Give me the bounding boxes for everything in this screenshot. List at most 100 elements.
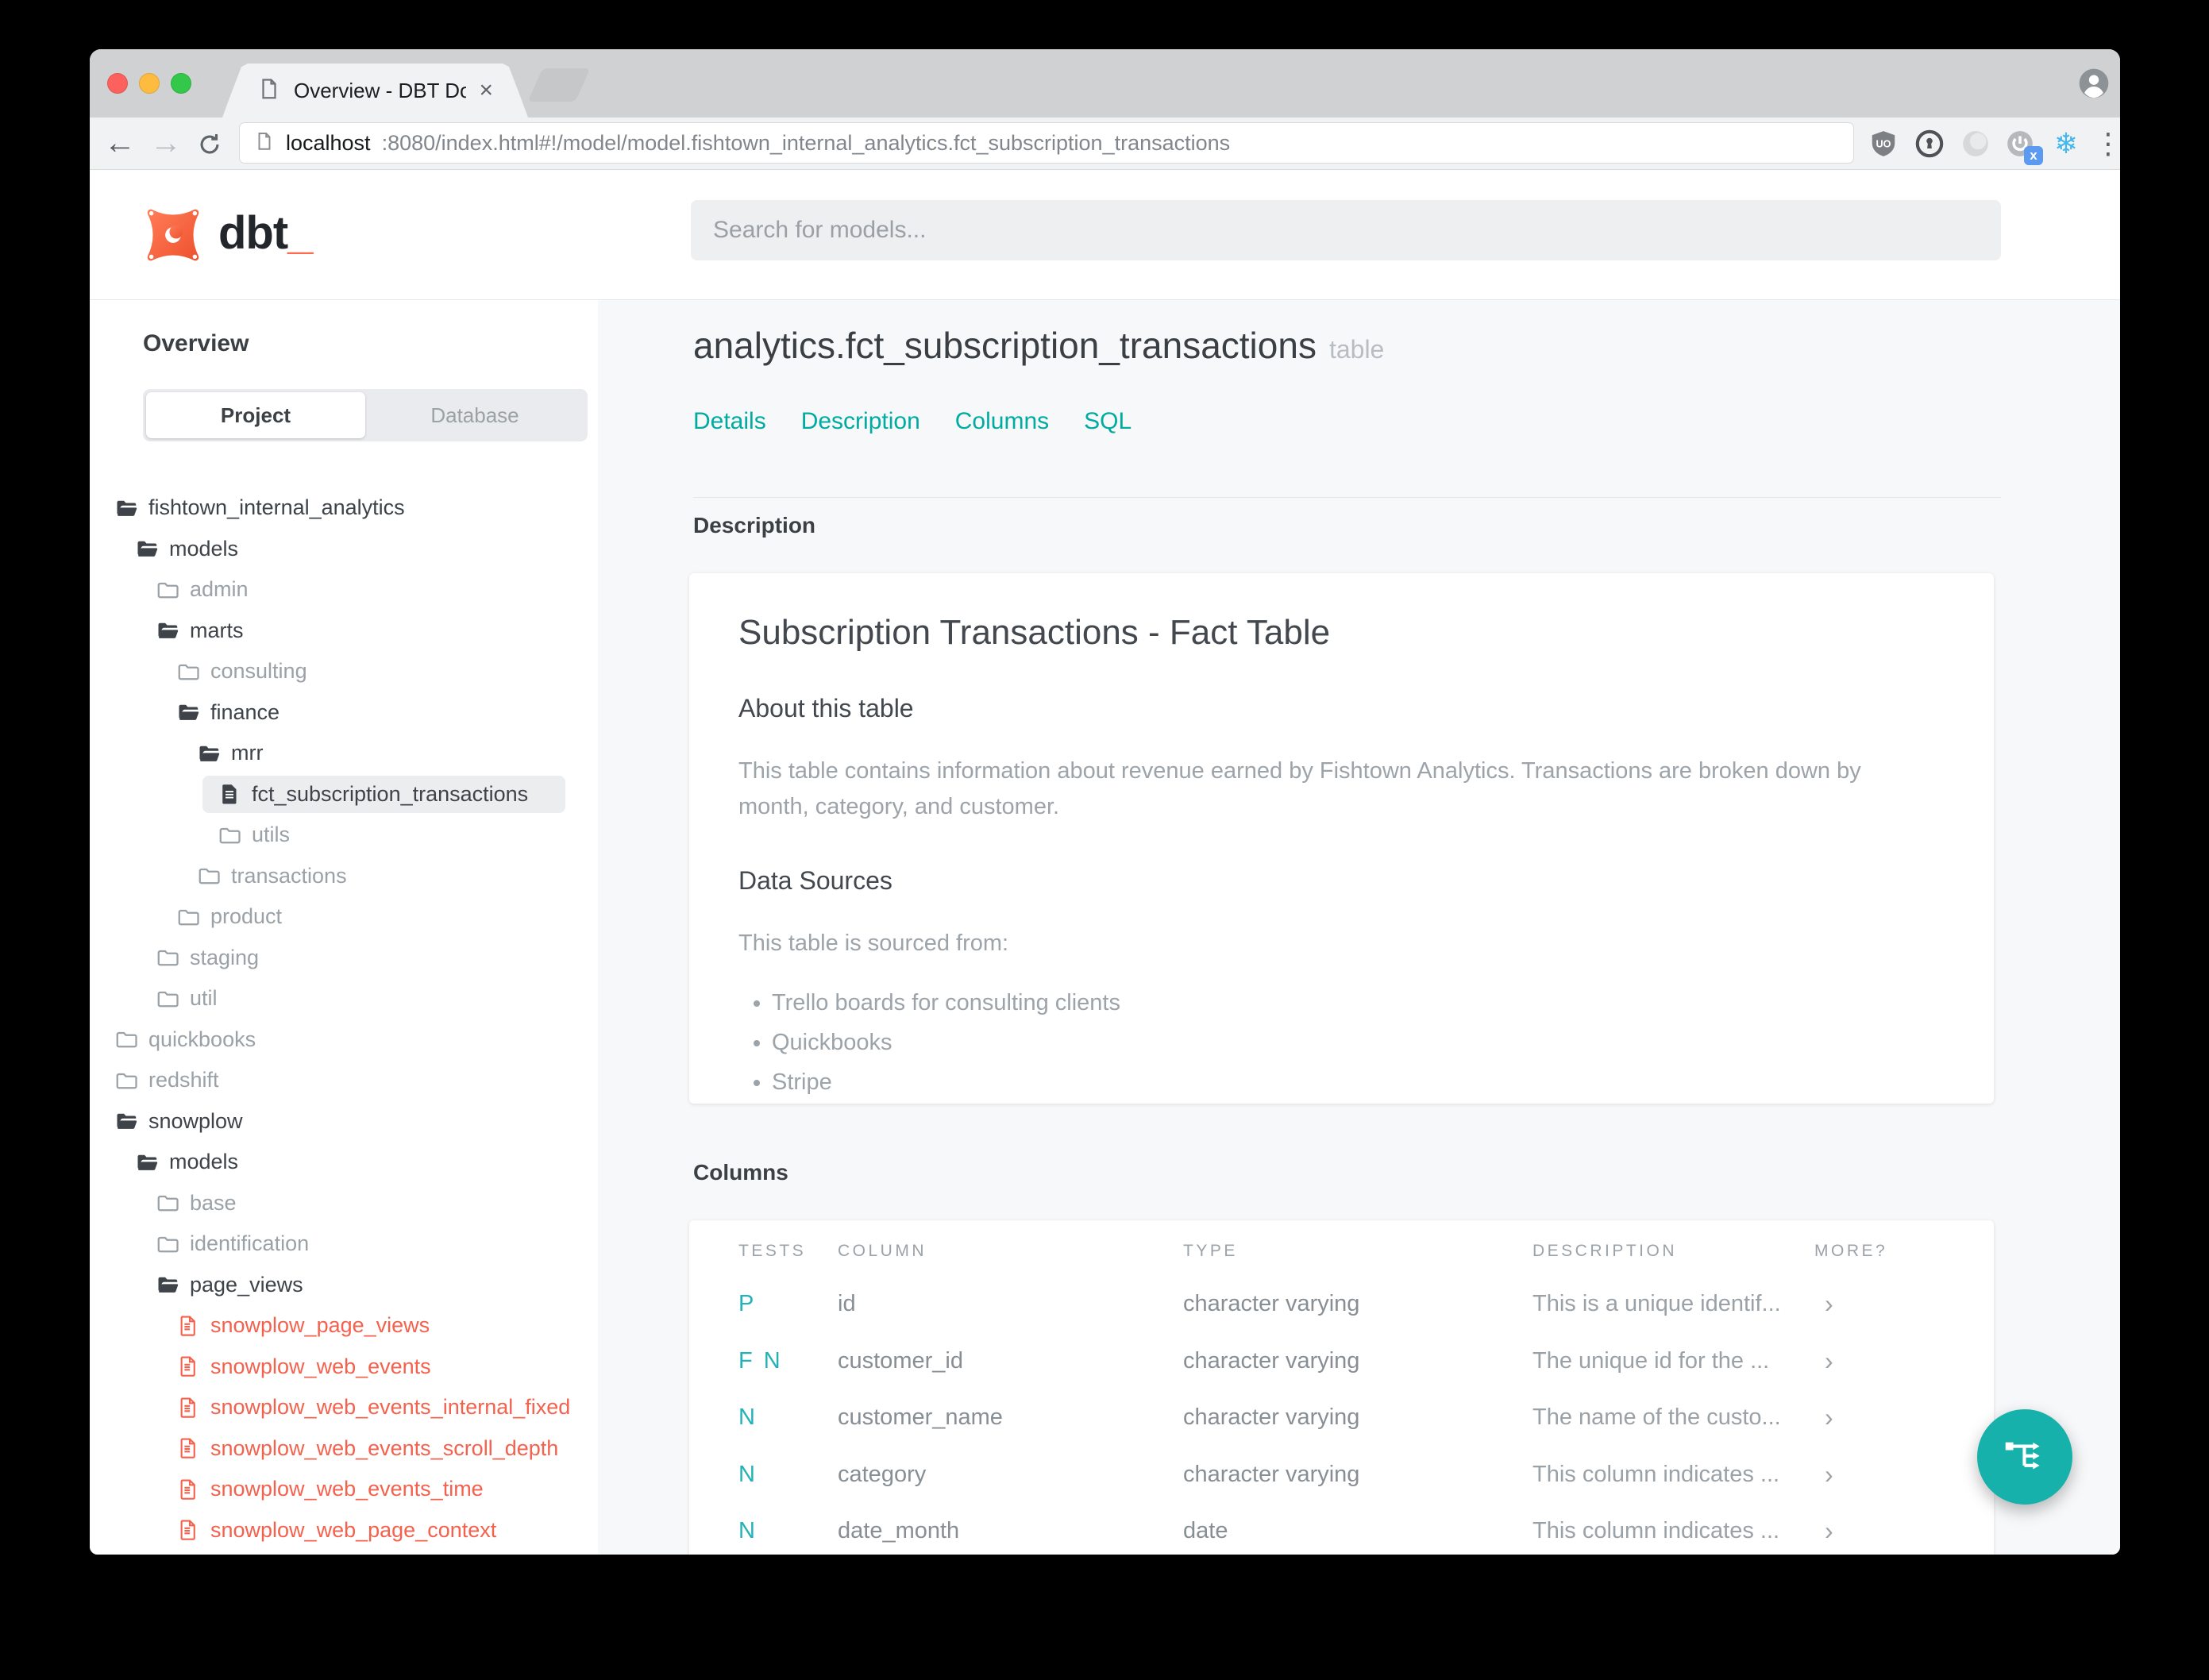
data-sources-heading: Data Sources (738, 865, 892, 895)
tree-item-models[interactable]: models (90, 529, 598, 570)
tree-item-identification[interactable]: identification (90, 1223, 598, 1265)
browser-tab[interactable]: Overview - DBT Docs × (222, 64, 528, 118)
file-outline-icon (176, 1478, 200, 1501)
tree-item-fct_subscription_transactions[interactable]: fct_subscription_transactions (90, 774, 598, 815)
column-type: character varying (1183, 1291, 1360, 1317)
file-outline-icon (176, 1396, 200, 1420)
tree-item-snowplow[interactable]: snowplow (90, 1101, 598, 1142)
tree-item-consulting[interactable]: consulting (90, 651, 598, 692)
new-tab-button[interactable] (527, 68, 591, 102)
file-outline-icon (176, 1354, 200, 1378)
folder-open-icon (156, 618, 179, 642)
tree-item-snowplow_web_events_time[interactable]: snowplow_web_events_time (90, 1469, 598, 1510)
tree-item-label: admin (190, 577, 249, 602)
about-text: This table contains information about re… (738, 758, 1861, 819)
column-header-more: MORE? (1814, 1242, 1888, 1260)
tree-item-label: transactions (231, 863, 347, 888)
tree-item-util[interactable]: util (90, 978, 598, 1019)
tree-item-utils[interactable]: utils (90, 815, 598, 856)
dbt-wordmark: dbt_ (218, 207, 313, 259)
column-row-date_month[interactable]: Ndate_month date This column indicates ...… (738, 1503, 1945, 1555)
window-close-button[interactable] (107, 73, 128, 94)
model-nav-link-description[interactable]: Description (801, 408, 920, 435)
tree-item-label: fct_subscription_transactions (252, 781, 529, 806)
description-card: Subscription Transactions - Fact Table A… (689, 573, 1994, 1104)
tab-close-icon[interactable]: × (479, 79, 493, 102)
expand-row-chevron-icon[interactable]: › (1814, 1460, 1945, 1489)
page-content: Overview Project Database fishtown_inter… (90, 300, 2120, 1555)
columns-table-header: TESTS COLUMN TYPE DESCRIPTION MORE? (738, 1227, 1945, 1276)
expand-row-chevron-icon[interactable]: › (1814, 1516, 1945, 1546)
url-bar[interactable]: localhost:8080/index.html#!/model/model.… (239, 122, 1854, 164)
tree-item-staging[interactable]: staging (90, 938, 598, 979)
snowflake-extension-icon[interactable]: ❄ (2051, 129, 2081, 159)
tab-database[interactable]: Database (365, 392, 584, 438)
lineage-graph-button[interactable] (1977, 1409, 2072, 1505)
folder-icon (156, 987, 179, 1011)
model-nav: Details Description Columns SQL (693, 408, 1131, 435)
forward-button[interactable]: → (150, 125, 182, 160)
data-source-item: Quickbooks (772, 1030, 1945, 1056)
sidebar-overview-link[interactable]: Overview (143, 330, 249, 357)
tree-item-product[interactable]: product (90, 896, 598, 938)
tree-item-admin[interactable]: admin (90, 569, 598, 611)
dbt-logo-icon[interactable] (143, 205, 203, 265)
folder-open-icon (197, 742, 221, 765)
profile-avatar-icon[interactable] (2078, 67, 2110, 99)
sidebar: Overview Project Database fishtown_inter… (90, 300, 598, 1555)
main-panel: analytics.fct_subscription_transactions t… (598, 300, 2120, 1555)
onepassword-extension-icon[interactable] (1914, 129, 1945, 159)
browser-menu-icon[interactable]: ⋮ (2094, 129, 2120, 159)
folder-icon (197, 864, 221, 888)
column-description: The unique id for the ... (1532, 1347, 1770, 1374)
column-row-customer_id[interactable]: F N customer_id character varying The uniqu… (738, 1333, 1945, 1390)
tree-item-snowplow_page_views[interactable]: snowplow_page_views (90, 1305, 598, 1347)
tree-item-fishtown_internal_analytics[interactable]: fishtown_internal_analytics (90, 487, 598, 529)
window-zoom-button[interactable] (171, 73, 191, 94)
tree-item-label: util (190, 986, 218, 1011)
search-input[interactable] (691, 200, 2001, 260)
tree-item-page_views[interactable]: page_views (90, 1265, 598, 1306)
reload-button[interactable] (196, 130, 223, 157)
folder-open-icon (176, 700, 200, 724)
logo-underscore: _ (287, 207, 313, 259)
extension-badge: x (2024, 146, 2043, 165)
tree-item-snowplow_web_events[interactable]: snowplow_web_events (90, 1347, 598, 1388)
column-row-category[interactable]: Ncategory character varying This column in… (738, 1447, 1945, 1504)
expand-row-chevron-icon[interactable]: › (1814, 1403, 1945, 1432)
column-row-customer_name[interactable]: Ncustomer_name character varying The name … (738, 1389, 1945, 1447)
tree-item-snowplow_web_events_scroll_depth[interactable]: snowplow_web_events_scroll_depth (90, 1428, 598, 1470)
model-nav-link-details[interactable]: Details (693, 408, 766, 435)
tree-item-label: identification (190, 1231, 310, 1256)
tree-item-redshift[interactable]: redshift (90, 1060, 598, 1101)
app-header: dbt_ (90, 170, 2120, 300)
model-nav-link-sql[interactable]: SQL (1084, 408, 1131, 435)
tree-item-marts[interactable]: marts (90, 611, 598, 652)
back-button[interactable]: ← (104, 125, 136, 160)
column-header-tests: TESTS (738, 1242, 807, 1260)
expand-row-chevron-icon[interactable]: › (1814, 1289, 1945, 1319)
window-minimize-button[interactable] (139, 73, 160, 94)
column-row-id[interactable]: Pid character varying This is a unique ide… (738, 1276, 1945, 1333)
tree-item-base[interactable]: base (90, 1183, 598, 1224)
tree-item-models[interactable]: models (90, 1142, 598, 1183)
tree-item-transactions[interactable]: transactions (90, 856, 598, 897)
folder-icon (114, 1027, 138, 1051)
expand-row-chevron-icon[interactable]: › (1814, 1347, 1945, 1376)
tree-item-snowplow_web_page_context[interactable]: snowplow_web_page_context (90, 1510, 598, 1551)
tree-item-label: snowplow_web_events_scroll_depth (210, 1435, 559, 1460)
tree-item-finance[interactable]: finance (90, 692, 598, 734)
tree-item-label: finance (210, 699, 280, 724)
ublock-extension-icon[interactable]: UO (1868, 129, 1899, 159)
folder-icon (176, 905, 200, 929)
file-tree: fishtown_internal_analytics models admin ma… (90, 487, 598, 1551)
power-extension-icon[interactable]: x (2005, 129, 2043, 165)
model-nav-link-columns[interactable]: Columns (955, 408, 1049, 435)
tree-item-mrr[interactable]: mrr (90, 733, 598, 774)
disabled-extension-icon[interactable] (1960, 129, 1991, 159)
column-tests: N (738, 1404, 758, 1431)
tree-item-quickbooks[interactable]: quickbooks (90, 1019, 598, 1061)
tree-item-label: snowplow_web_page_context (210, 1517, 497, 1542)
tab-project[interactable]: Project (146, 392, 365, 438)
tree-item-snowplow_web_events_internal_fixed[interactable]: snowplow_web_events_internal_fixed (90, 1387, 598, 1428)
